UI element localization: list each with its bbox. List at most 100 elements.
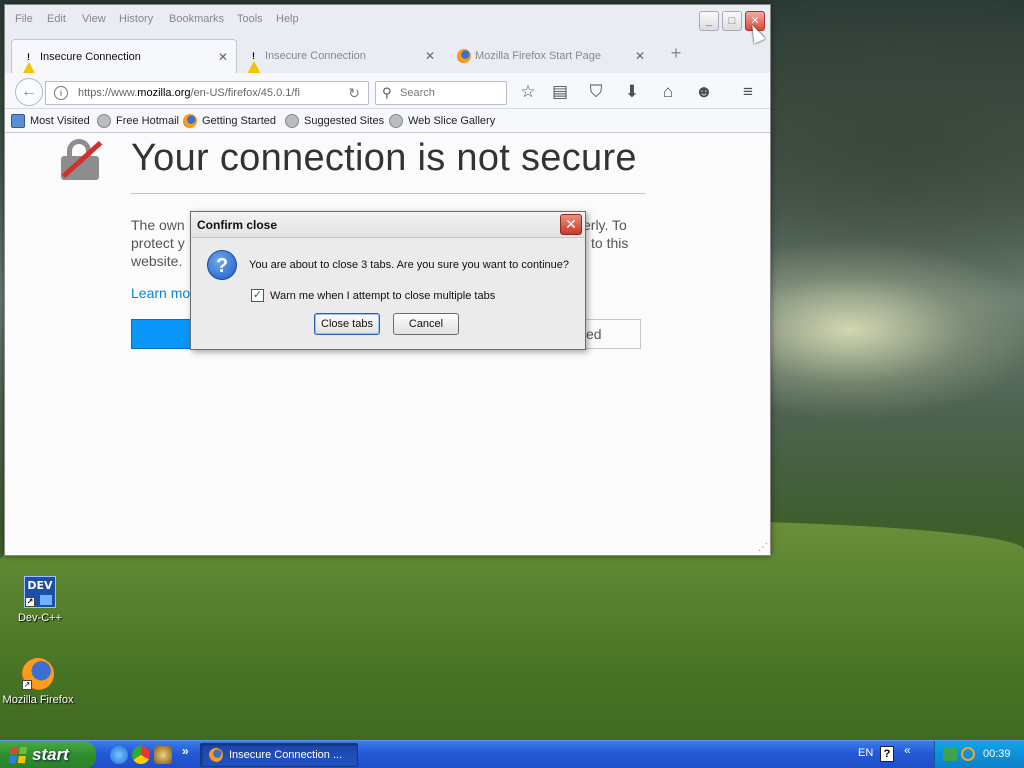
tab-close-icon[interactable]: ✕ <box>218 50 228 64</box>
firefox-icon <box>209 748 223 762</box>
misc-app-icon[interactable] <box>154 746 172 764</box>
close-tabs-button[interactable]: Close tabs <box>314 313 380 335</box>
tab-label: Insecure Connection <box>40 50 141 63</box>
menu-icon[interactable]: ≡ <box>737 81 759 103</box>
error-text-line2-left: protect y <box>131 235 185 251</box>
task-item-label: Insecure Connection ... <box>229 749 343 761</box>
tab-label: Insecure Connection <box>265 50 366 62</box>
dialog-title: Confirm close <box>197 218 278 232</box>
taskbar: start » Insecure Connection ... EN ? « 0… <box>0 740 1024 768</box>
windows-logo-icon <box>8 747 28 763</box>
bookmark-free-hotmail[interactable]: Free Hotmail <box>97 114 179 128</box>
pocket-icon[interactable]: ⛉ <box>585 81 607 103</box>
search-box[interactable]: ⚲ Search <box>375 81 507 105</box>
menu-edit[interactable]: Edit <box>47 13 66 25</box>
site-info-icon[interactable]: i <box>54 86 68 100</box>
tab-label: Mozilla Firefox Start Page <box>475 50 601 62</box>
menu-tools[interactable]: Tools <box>237 13 263 25</box>
menu-bookmarks[interactable]: Bookmarks <box>169 13 224 25</box>
shortcut-arrow-icon: ↗ <box>22 680 32 690</box>
dialog-message: You are about to close 3 tabs. Are you s… <box>249 259 570 271</box>
menubar: File Edit View History Bookmarks Tools H… <box>5 5 770 33</box>
start-label: start <box>32 745 69 764</box>
tab-strip: Insecure Connection ✕ Insecure Connectio… <box>5 33 770 75</box>
bookmark-label: Free Hotmail <box>116 115 179 127</box>
cancel-button[interactable]: Cancel <box>393 313 459 335</box>
bookmark-getting-started[interactable]: Getting Started <box>183 114 276 128</box>
menu-file[interactable]: File <box>15 13 33 25</box>
taskbar-firefox-item[interactable]: Insecure Connection ... <box>200 743 358 767</box>
url-prefix: https://www. <box>78 87 138 99</box>
tab-insecure-connection-2[interactable]: Insecure Connection ✕ <box>237 39 443 74</box>
error-text-line3-left: website. <box>131 253 183 269</box>
tray-expand-icon[interactable]: « <box>904 743 911 757</box>
error-text-line2-right: to this <box>591 235 629 251</box>
desktop-icon-label: Mozilla Firefox <box>2 694 74 706</box>
url-bar[interactable]: i https://www.mozilla.org/en-US/firefox/… <box>45 81 369 105</box>
menu-help[interactable]: Help <box>276 13 299 25</box>
download-icon[interactable]: ⬇ <box>621 81 643 103</box>
warning-icon <box>22 50 36 75</box>
quick-launch-more-icon[interactable]: » <box>182 744 189 758</box>
bookmark-web-slice-gallery[interactable]: Web Slice Gallery <box>389 114 495 128</box>
error-text-line1-right: erly. To <box>583 217 627 233</box>
hello-icon[interactable]: ☻ <box>693 81 715 103</box>
bookmark-label: Getting Started <box>202 115 276 127</box>
bookmark-star-icon[interactable]: ☆ <box>517 81 539 103</box>
warning-icon <box>247 49 261 74</box>
question-icon: ? <box>207 250 237 280</box>
dialog-close-button[interactable]: ✕ <box>560 214 582 235</box>
bookmark-label: Web Slice Gallery <box>408 115 496 127</box>
new-tab-button[interactable]: + <box>665 43 687 65</box>
broken-lock-icon <box>59 139 103 180</box>
home-icon[interactable]: ⌂ <box>657 81 679 103</box>
help-icon[interactable]: ? <box>880 746 894 762</box>
firefox-icon <box>457 49 471 63</box>
warn-multiple-tabs-checkbox[interactable]: ✓ <box>251 289 264 302</box>
devcpp-badge: DEV <box>27 579 53 592</box>
firefox-icon <box>183 114 197 128</box>
bookmark-suggested-sites[interactable]: Suggested Sites <box>285 114 384 128</box>
back-button[interactable]: ← <box>15 78 43 106</box>
error-title: Your connection is not secure <box>131 137 637 179</box>
error-text-line1-left: The own <box>131 217 185 233</box>
devcpp-icon: DEV ↗ <box>24 576 56 608</box>
most-visited-icon <box>11 114 25 128</box>
desktop-icon-label: Dev-C++ <box>17 612 63 624</box>
language-indicator[interactable]: EN <box>858 747 873 759</box>
magnifier-icon[interactable] <box>961 747 975 761</box>
menu-view[interactable]: View <box>82 13 106 25</box>
divider <box>131 193 645 194</box>
internet-explorer-icon[interactable] <box>110 746 128 764</box>
resize-grip-icon[interactable]: ⋰ <box>758 542 768 553</box>
reload-icon[interactable]: ↻ <box>348 82 360 104</box>
navigation-toolbar: ← i https://www.mozilla.org/en-US/firefo… <box>5 73 770 109</box>
firefox-icon: ↗ <box>22 658 54 690</box>
globe-icon <box>389 114 403 128</box>
maximize-button[interactable]: □ <box>722 11 742 31</box>
reading-list-icon[interactable]: ▤ <box>549 81 571 103</box>
url-domain: mozilla.org <box>137 87 191 99</box>
network-icon[interactable] <box>943 747 957 761</box>
shortcut-arrow-icon: ↗ <box>25 597 35 607</box>
desktop-icon-devcpp[interactable]: DEV ↗ Dev-C++ <box>2 576 78 624</box>
bookmark-label: Most Visited <box>30 115 90 127</box>
confirm-close-dialog: Confirm close ✕ ? You are about to close… <box>190 211 586 350</box>
menu-history[interactable]: History <box>119 13 153 25</box>
tab-firefox-start-page[interactable]: Mozilla Firefox Start Page ✕ <box>447 39 653 73</box>
tab-close-icon[interactable]: ✕ <box>425 49 435 63</box>
search-placeholder: Search <box>400 87 435 99</box>
learn-more-link[interactable]: Learn mo <box>131 285 190 301</box>
minimize-button[interactable]: _ <box>699 11 719 31</box>
url-path: /en-US/firefox/45.0.1/fi <box>190 87 300 99</box>
dialog-titlebar: Confirm close ✕ <box>191 212 585 238</box>
desktop-icon-firefox[interactable]: ↗ Mozilla Firefox <box>0 658 76 706</box>
start-button[interactable]: start <box>0 741 96 768</box>
bookmark-most-visited[interactable]: Most Visited <box>11 114 90 128</box>
bookmark-label: Suggested Sites <box>304 115 385 127</box>
tab-close-icon[interactable]: ✕ <box>635 49 645 63</box>
chrome-icon[interactable] <box>132 746 150 764</box>
tab-insecure-connection-1[interactable]: Insecure Connection ✕ <box>11 39 237 75</box>
system-tray: 00:39 <box>934 741 1024 768</box>
checkbox-label: Warn me when I attempt to close multiple… <box>270 290 496 302</box>
